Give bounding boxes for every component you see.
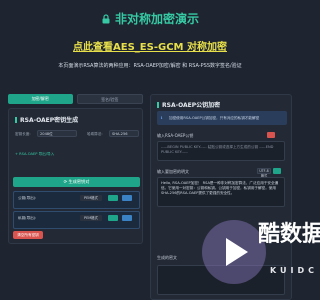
plaintext-input[interactable]: Hello, RSA-OAEP加密！ RSA是一种非对称加密算法，广泛应用于安全… bbox=[157, 177, 285, 207]
plaintext-format-select[interactable]: UTF-8格式 bbox=[257, 168, 271, 178]
encrypt-notice: ℹ 加密使用RSA-OAEP公钥加密，只有对应的私钥才能解密 bbox=[157, 111, 287, 125]
copy-public-key-button[interactable] bbox=[108, 195, 118, 201]
lock-small-icon bbox=[157, 102, 159, 108]
download-public-key-button[interactable] bbox=[122, 195, 132, 201]
lock-icon bbox=[101, 13, 111, 24]
public-key-label: 公钥(导出): bbox=[18, 196, 37, 200]
public-key-box: 公钥(导出): PEM格式 bbox=[13, 191, 140, 209]
copy-private-key-button[interactable] bbox=[108, 215, 118, 221]
watermark-sub: KUIDC bbox=[270, 266, 319, 275]
import-export-link[interactable]: + RSA-OAEP 导出/导入 bbox=[15, 152, 54, 157]
keygen-card: RSA-OAEP密钥生成 密钥长度: 2048位 哈希算法: SHA-256 +… bbox=[8, 108, 143, 244]
keygen-title: RSA-OAEP密钥生成 bbox=[15, 115, 78, 124]
private-key-format-select[interactable]: PEM格式 bbox=[80, 215, 102, 221]
clear-keys-button[interactable]: 清空所有密钥 bbox=[13, 231, 43, 239]
public-key-input[interactable]: -----BEGIN PUBLIC KEY----- 粘贴公钥或选择上方生成的公… bbox=[157, 141, 285, 161]
watermark-play-icon bbox=[202, 220, 266, 284]
private-key-box: 私钥(导出): PEM格式 bbox=[13, 211, 140, 229]
hash-label: 哈希算法: bbox=[87, 132, 103, 136]
tab-sign-verify[interactable]: 签名/验签 bbox=[76, 94, 143, 104]
key-icon bbox=[15, 117, 17, 123]
clear-plaintext-button[interactable] bbox=[273, 168, 281, 174]
paste-public-key-button[interactable] bbox=[267, 132, 275, 138]
hash-select[interactable]: SHA-256 bbox=[109, 130, 139, 137]
page-title: 非对称加密演示 bbox=[0, 10, 300, 27]
generate-keypair-button[interactable]: ⟳ 生成密钥对 bbox=[13, 177, 140, 187]
public-key-input-label: 输入RSA-OAEP公钥 bbox=[157, 133, 194, 138]
symmetric-demo-link[interactable]: 点此查看AES_ES-GCM 对称加密 bbox=[0, 38, 300, 53]
key-length-label: 密钥长度: bbox=[15, 132, 31, 136]
public-key-format-select[interactable]: PEM格式 bbox=[80, 195, 102, 201]
tab-encrypt-decrypt[interactable]: 加密/解密 bbox=[8, 94, 73, 104]
info-icon: ℹ bbox=[161, 116, 163, 120]
key-panel: 加密/解密 签名/验签 RSA-OAEP密钥生成 密钥长度: 2048位 哈希算… bbox=[8, 94, 143, 244]
page-description: 本页面演示RSA算法的两种应用：RSA-OAEP加密/解密 和 RSA-PSS数… bbox=[58, 63, 242, 69]
encrypt-title: RSA-OAEP公钥加密 bbox=[157, 100, 220, 109]
watermark-text: 酷数据 bbox=[258, 222, 320, 247]
key-length-select[interactable]: 2048位 bbox=[37, 130, 77, 137]
ciphertext-label: 生成的密文 bbox=[157, 255, 177, 260]
download-private-key-button[interactable] bbox=[122, 215, 132, 221]
plaintext-label: 输入要加密的明文 bbox=[157, 169, 189, 174]
private-key-label: 私钥(导出): bbox=[18, 216, 37, 220]
mode-tabs: 加密/解密 签名/验签 bbox=[8, 94, 143, 106]
